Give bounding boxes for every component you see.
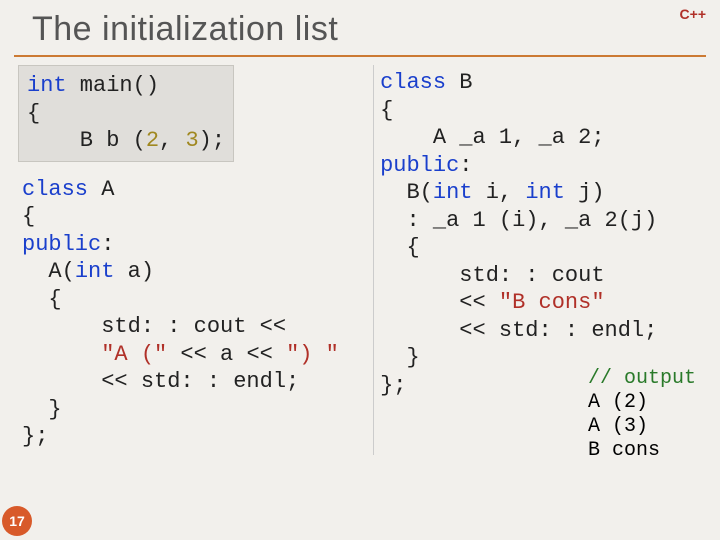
slide-title: The initialization list [14,8,706,57]
output-line: B cons [588,439,696,463]
code-area: int main() { B b (2, 3); class A { publi… [14,65,706,455]
left-column: int main() { B b (2, 3); class A { publi… [18,65,371,455]
output-block: // output A (2) A (3) B cons [582,365,702,465]
page-number: 17 [2,506,32,536]
right-column: class B { A _a 1, _a 2; public: B(int i,… [376,65,702,455]
slide: C++ The initialization list int main() {… [0,0,720,540]
output-line: A (3) [588,415,696,439]
output-line: A (2) [588,391,696,415]
output-comment: // output [588,367,696,391]
code-main: int main() { B b (2, 3); [23,68,227,159]
code-class-b: class B { A _a 1, _a 2; public: B(int i,… [376,65,702,403]
code-class-a: class A { public: A(int a) { std: : cout… [18,172,371,455]
column-separator [373,65,374,455]
main-function-block: int main() { B b (2, 3); [18,65,234,162]
language-label: C++ [680,6,706,22]
